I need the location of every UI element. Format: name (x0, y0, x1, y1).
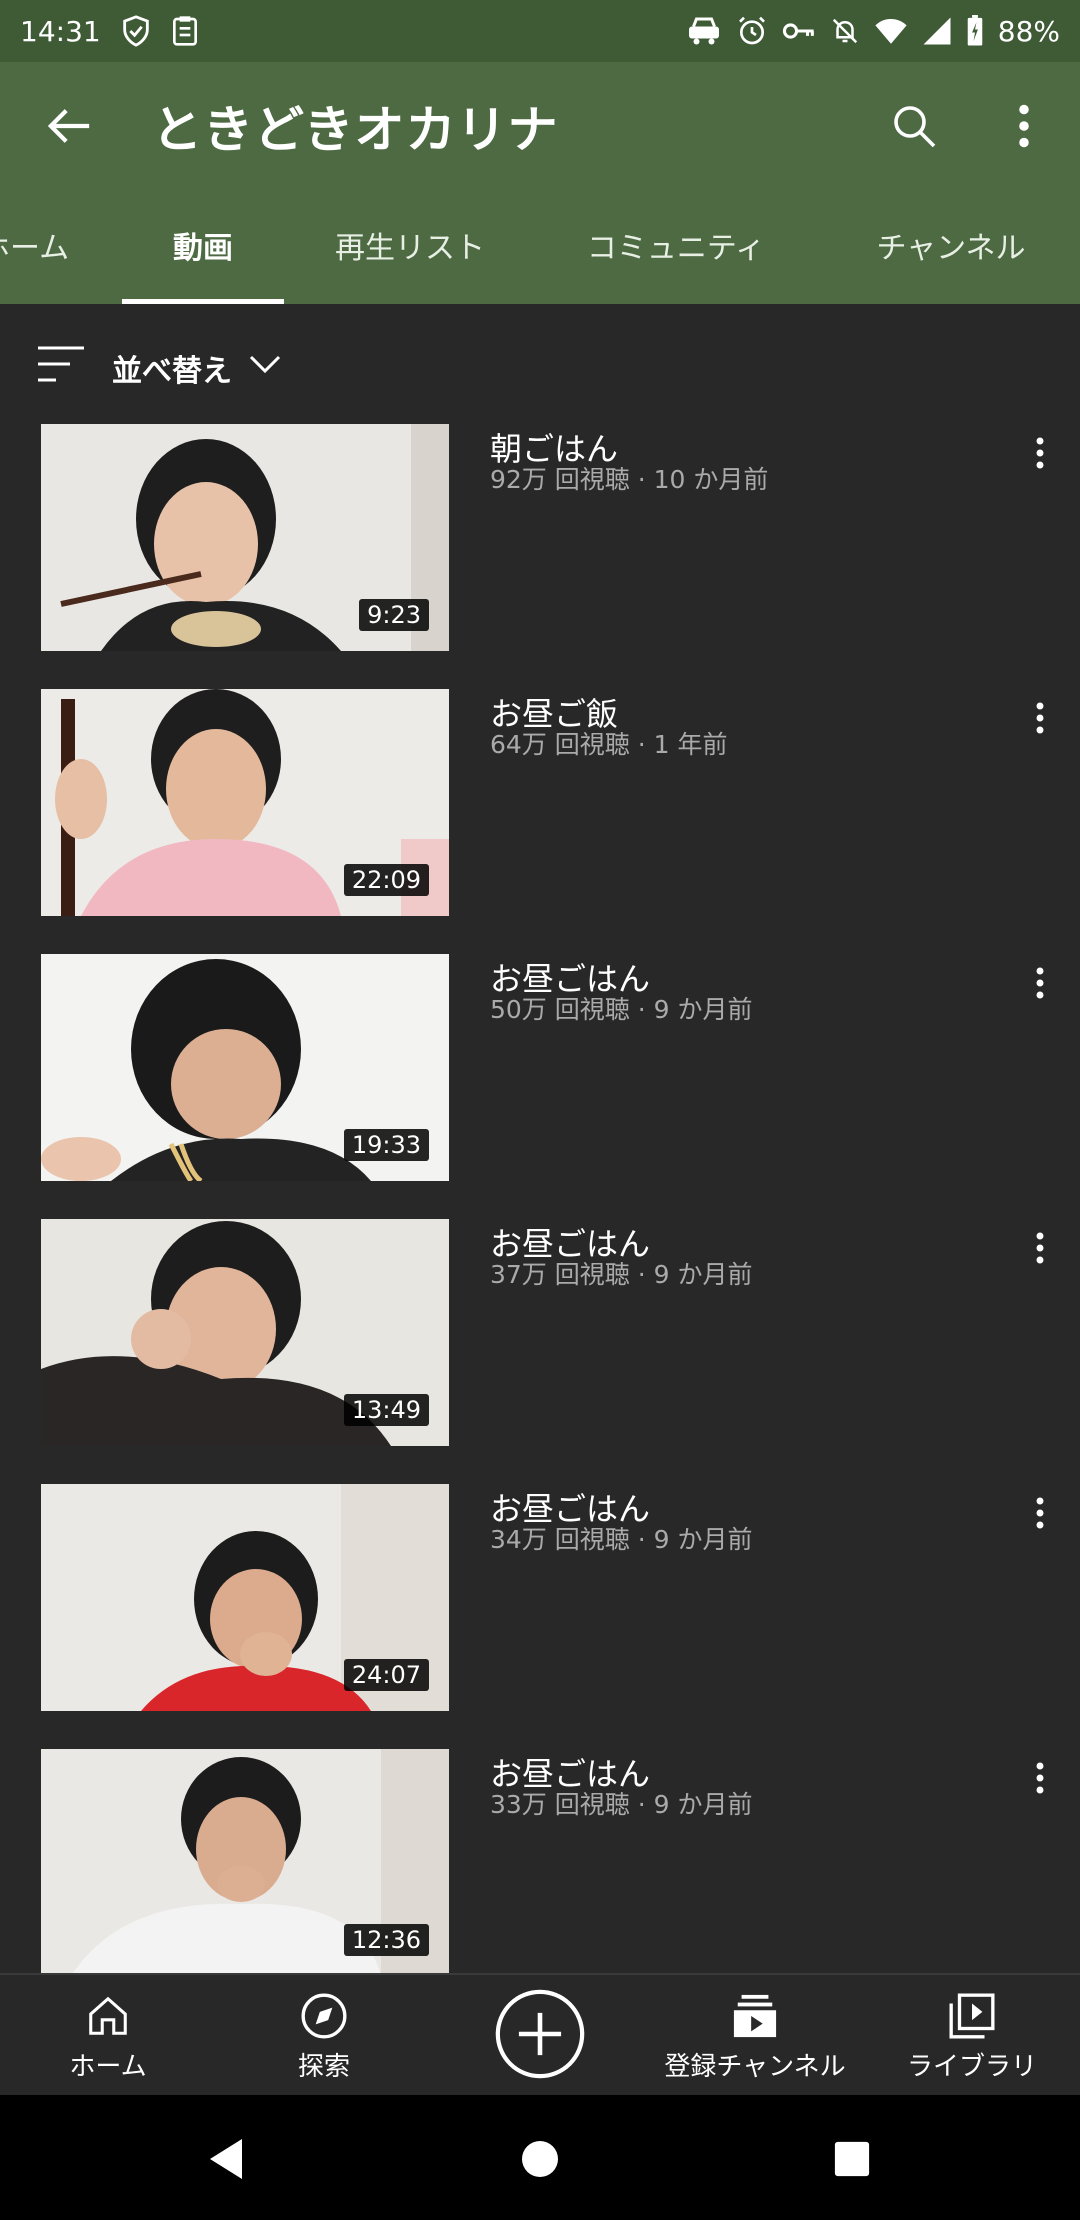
more-options-button[interactable] (994, 96, 1054, 156)
more-vert-icon (1036, 967, 1044, 999)
notifications-off-icon (830, 15, 860, 47)
nav-home[interactable]: ホーム (48, 1975, 168, 2097)
video-more-button[interactable] (1020, 1488, 1060, 1538)
video-thumbnail[interactable]: 12:36 (41, 1749, 449, 1976)
more-vert-icon (1036, 1232, 1044, 1264)
system-home-button[interactable] (510, 2129, 570, 2189)
nav-create[interactable] (480, 1975, 600, 2097)
video-thumbnail[interactable]: 13:49 (41, 1219, 449, 1446)
video-item[interactable]: 13:49 お昼ごはん 37万 回視聴 · 9 か月前 (0, 1219, 1080, 1484)
video-more-button[interactable] (1020, 428, 1060, 478)
more-vert-icon (1019, 104, 1029, 148)
home-icon (82, 1990, 134, 2042)
video-meta: 37万 回視聴 · 9 か月前 (490, 1260, 753, 1289)
video-thumbnail[interactable]: 9:23 (41, 424, 449, 651)
video-item[interactable]: 19:33 お昼ごはん 50万 回視聴 · 9 か月前 (0, 954, 1080, 1219)
bottom-navigation: ホーム 探索 登録チャンネル ライブラリ (0, 1973, 1080, 2095)
sort-row[interactable]: 並べ替え (0, 304, 1080, 424)
library-icon (946, 1990, 998, 2042)
system-recents-button[interactable] (822, 2129, 882, 2189)
nav-home-label: ホーム (69, 2051, 147, 2082)
video-meta: 92万 回視聴 · 10 か月前 (490, 465, 769, 494)
search-button[interactable] (884, 96, 944, 156)
battery-charging-icon (966, 15, 984, 47)
tab-videos[interactable]: 動画 (122, 186, 284, 304)
subscriptions-icon (729, 1990, 781, 2042)
compass-icon (298, 1990, 350, 2042)
app-bar: ときどきオカリナ (0, 62, 1080, 186)
more-vert-icon (1036, 1497, 1044, 1529)
video-thumbnail[interactable]: 22:09 (41, 689, 449, 916)
recents-square-icon (834, 2141, 870, 2177)
nav-explore[interactable]: 探索 (264, 1975, 384, 2097)
status-time: 14:31 (20, 14, 101, 48)
tab-community[interactable]: コミュニティ (566, 186, 786, 304)
key-icon (782, 18, 816, 44)
search-icon (894, 106, 936, 148)
sort-icon (38, 346, 84, 382)
nav-subscriptions[interactable]: 登録チャンネル (660, 1975, 850, 2097)
nav-explore-label: 探索 (297, 2051, 350, 2082)
video-duration: 22:09 (343, 864, 429, 896)
video-more-button[interactable] (1020, 1223, 1060, 1273)
sort-label: 並べ替え (112, 354, 232, 389)
system-navigation-bar (0, 2095, 1080, 2220)
home-circle-icon (522, 2141, 558, 2177)
tab-channels[interactable]: チャンネル (856, 186, 1046, 304)
alarm-icon (736, 15, 768, 47)
channel-tabs: ホーム 動画 再生リスト コミュニティ チャンネル (0, 186, 1080, 304)
video-thumbnail[interactable]: 19:33 (41, 954, 449, 1181)
video-meta: 34万 回視聴 · 9 か月前 (490, 1525, 753, 1554)
signal-icon (922, 16, 952, 46)
more-vert-icon (1036, 702, 1044, 734)
battery-percent: 88% (997, 14, 1060, 48)
more-vert-icon (1036, 437, 1044, 469)
page-title: ときどきオカリナ (152, 101, 559, 159)
video-thumbnail[interactable]: 24:07 (41, 1484, 449, 1711)
video-more-button[interactable] (1020, 1753, 1060, 1803)
video-duration: 9:23 (359, 599, 429, 631)
clipboard-icon (171, 15, 199, 47)
more-vert-icon (1036, 1762, 1044, 1794)
video-more-button[interactable] (1020, 958, 1060, 1008)
system-back-button[interactable] (196, 2129, 256, 2189)
nav-subscriptions-label: 登録チャンネル (664, 2051, 846, 2082)
back-button[interactable] (40, 96, 100, 156)
tab-playlists[interactable]: 再生リスト (316, 186, 504, 304)
car-icon (686, 16, 722, 46)
chevron-down-icon (249, 355, 281, 374)
nav-library-label: ライブラリ (906, 2051, 1037, 2082)
video-duration: 24:07 (343, 1659, 429, 1691)
wifi-icon (874, 16, 908, 46)
video-meta: 50万 回視聴 · 9 か月前 (490, 995, 753, 1024)
video-more-button[interactable] (1020, 693, 1060, 743)
add-circle-icon (494, 1988, 586, 2084)
video-meta: 33万 回視聴 · 9 か月前 (490, 1790, 753, 1819)
tab-home[interactable]: ホーム (0, 186, 90, 304)
video-item[interactable]: 9:23 朝ごはん 92万 回視聴 · 10 か月前 (0, 424, 1080, 689)
video-item[interactable]: 22:09 お昼ご飯 64万 回視聴 · 1 年前 (0, 689, 1080, 954)
back-triangle-icon (210, 2139, 242, 2179)
status-bar: 14:31 88% (0, 0, 1080, 62)
video-duration: 13:49 (343, 1394, 429, 1426)
video-meta: 64万 回視聴 · 1 年前 (490, 730, 728, 759)
video-duration: 12:36 (343, 1924, 429, 1956)
arrow-left-icon (47, 109, 90, 143)
video-duration: 19:33 (343, 1129, 429, 1161)
video-item[interactable]: 24:07 お昼ごはん 34万 回視聴 · 9 か月前 (0, 1484, 1080, 1749)
nav-library[interactable]: ライブラリ (900, 1975, 1044, 2097)
shield-check-icon (119, 14, 153, 48)
